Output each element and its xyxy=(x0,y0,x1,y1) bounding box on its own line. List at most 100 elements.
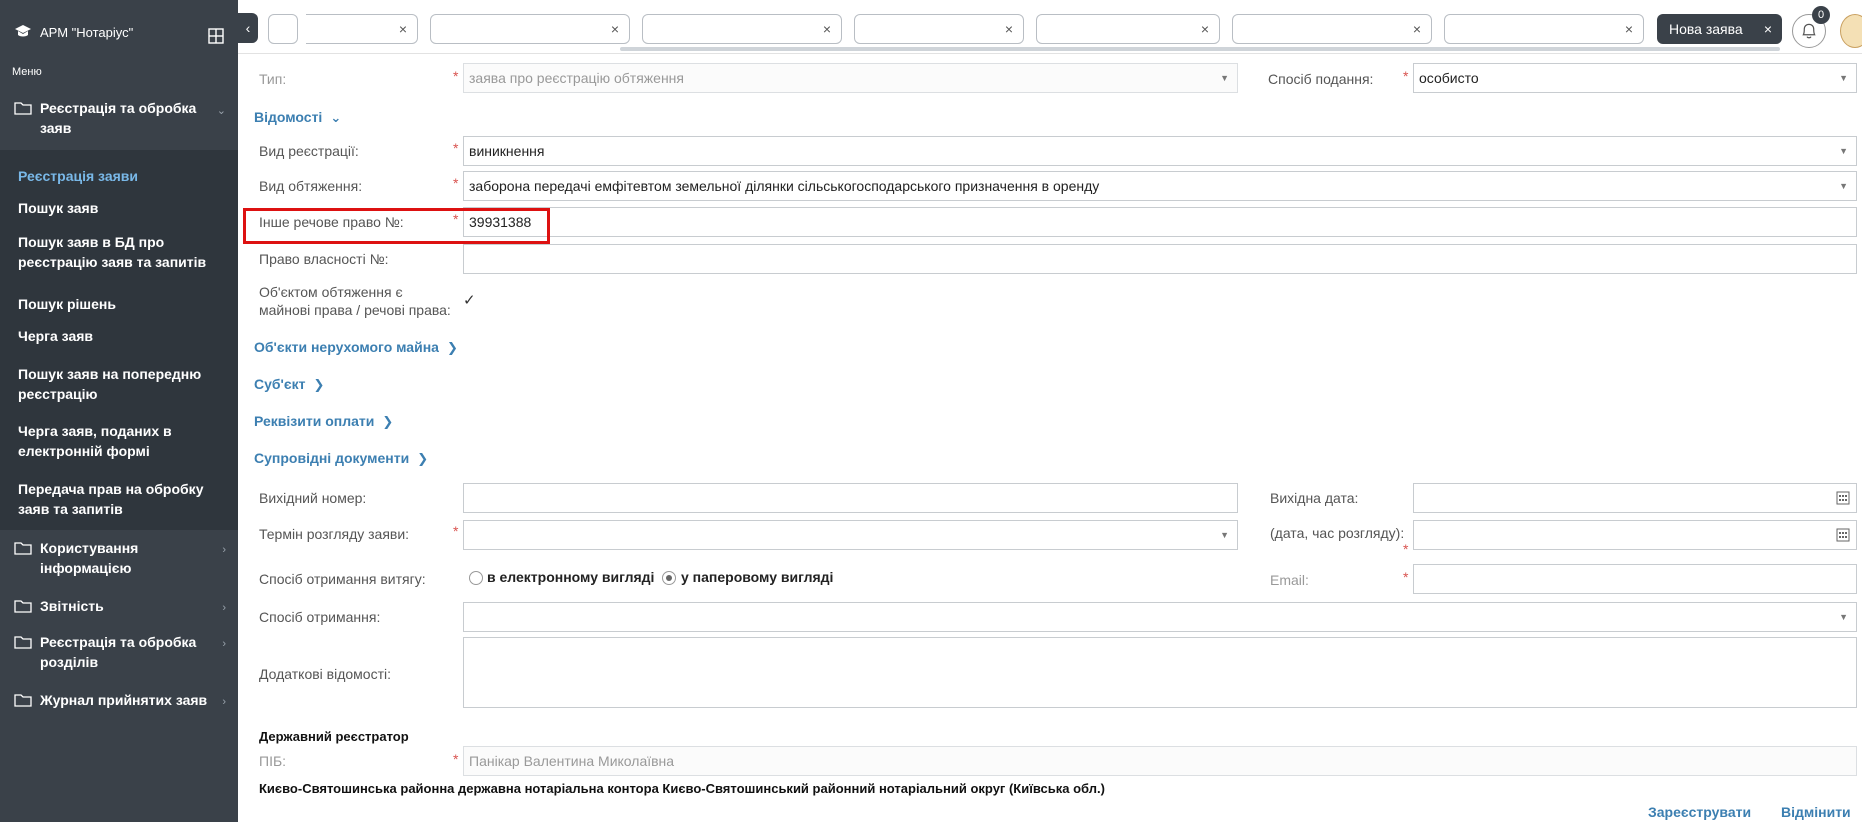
review-datetime-input[interactable] xyxy=(1413,520,1857,550)
tab-new-application[interactable]: Нова заява × xyxy=(1657,14,1782,44)
close-icon[interactable]: × xyxy=(611,21,619,37)
required-marker: * xyxy=(453,68,459,84)
other-right-input[interactable]: 39931388 xyxy=(463,207,1857,237)
tab[interactable]: × xyxy=(430,14,630,44)
review-datetime-label: (дата, час розгляду): xyxy=(1270,525,1405,541)
object-label: Об'єктом обтяження є майнові права / речо… xyxy=(259,283,451,319)
pib-value: Панікар Валентина Миколаївна xyxy=(469,753,675,769)
pib-input: Панікар Валентина Миколаївна xyxy=(463,746,1857,776)
tab[interactable]: × xyxy=(1036,14,1220,44)
receive-method-select[interactable]: ▼ xyxy=(463,602,1857,632)
section-label: Об'єкти нерухомого майна xyxy=(254,339,439,355)
tab[interactable]: × xyxy=(1444,14,1644,44)
app-title: АРМ "Нотаріус" xyxy=(40,24,134,40)
tabs-scrollbar[interactable] xyxy=(620,47,1780,51)
chevron-right-icon: › xyxy=(222,602,226,614)
layout-grid-icon[interactable] xyxy=(208,28,224,44)
receive-method-label: Спосіб отримання: xyxy=(259,609,381,625)
registration-kind-select[interactable]: виникнення ▼ xyxy=(463,136,1857,166)
chevron-right-icon: › xyxy=(222,638,226,650)
close-icon[interactable]: × xyxy=(1005,21,1013,37)
register-button[interactable]: Зареєструвати xyxy=(1648,804,1751,820)
calendar-icon[interactable] xyxy=(1836,528,1850,542)
type-label: Тип: xyxy=(259,71,287,87)
close-icon[interactable]: × xyxy=(1413,21,1421,37)
section-subject[interactable]: Суб'єкт ❯ xyxy=(254,376,324,393)
sidebar-item-search-db[interactable]: Пошук заяв в БД про реєстрацію заяв та з… xyxy=(18,232,223,272)
registration-kind-value: виникнення xyxy=(469,143,545,159)
object-checkbox[interactable]: ✓ xyxy=(463,293,477,308)
ownership-input[interactable] xyxy=(463,244,1857,274)
extract-method-label: Спосіб отримання витягу: xyxy=(259,571,426,587)
outgoing-number-input[interactable] xyxy=(463,483,1238,513)
required-marker: * xyxy=(453,175,459,191)
radio-electronic[interactable] xyxy=(469,571,483,585)
submission-value: особисто xyxy=(1419,70,1479,86)
required-marker: * xyxy=(1403,68,1409,84)
submission-label: Спосіб подання: xyxy=(1268,71,1374,87)
required-marker: * xyxy=(1403,541,1409,557)
close-icon[interactable]: × xyxy=(1625,21,1633,37)
object-label-line1: Об'єктом обтяження є xyxy=(259,284,403,300)
radio-paper[interactable] xyxy=(662,571,676,585)
sidebar-group-information[interactable]: Користування інформацією › xyxy=(0,538,238,578)
chevron-right-icon: ❯ xyxy=(446,340,458,355)
sidebar-item-transfer-rights[interactable]: Передача прав на обробку заяв та запитів xyxy=(18,479,223,519)
sidebar-header: АРМ "Нотаріус" xyxy=(0,0,238,74)
review-term-label: Термін розгляду заяви: xyxy=(259,526,410,542)
required-marker: * xyxy=(453,140,459,156)
calendar-icon[interactable] xyxy=(1836,491,1850,505)
app-title-row: АРМ "Нотаріус" xyxy=(14,24,226,40)
type-select[interactable]: заява про реєстрацію обтяження ▼ xyxy=(463,63,1238,93)
avatar[interactable] xyxy=(1840,14,1862,48)
folder-icon xyxy=(14,694,32,707)
section-documents[interactable]: Супровідні документи ❯ xyxy=(254,450,428,467)
tab[interactable]: × xyxy=(854,14,1024,44)
collapse-sidebar-button[interactable]: ‹ xyxy=(238,13,258,43)
tab-label: Нова заява xyxy=(1669,21,1743,37)
chevron-down-icon: ⌄ xyxy=(216,105,226,117)
sidebar-group-label: Користування інформацією xyxy=(40,540,139,576)
email-label: Email: xyxy=(1270,572,1309,588)
section-real-estate[interactable]: Об'єкти нерухомого майна ❯ xyxy=(254,339,458,356)
outgoing-number-label: Вихідний номер: xyxy=(259,490,367,506)
outgoing-date-input[interactable] xyxy=(1413,483,1857,513)
sidebar-item-search-decisions[interactable]: Пошук рішень xyxy=(18,294,223,314)
tab[interactable]: × xyxy=(306,14,418,44)
submission-select[interactable]: особисто ▼ xyxy=(1413,63,1857,93)
section-label: Суб'єкт xyxy=(254,376,306,392)
required-marker: * xyxy=(1403,569,1409,585)
sidebar-group-sections[interactable]: Реєстрація та обробка розділів › xyxy=(0,632,238,672)
sidebar-group-journal[interactable]: Журнал прийнятих заяв › xyxy=(0,690,238,710)
close-icon[interactable]: × xyxy=(823,21,831,37)
sidebar-item-search-applications[interactable]: Пошук заяв xyxy=(18,198,223,218)
section-payment[interactable]: Реквізити оплати ❯ xyxy=(254,413,393,430)
tab[interactable]: × xyxy=(1232,14,1432,44)
dropdown-arrow-icon: ▼ xyxy=(1839,612,1848,622)
radio-electronic-label[interactable]: в електронному вигляді xyxy=(487,569,654,585)
close-icon[interactable]: × xyxy=(1764,14,1772,44)
registration-kind-label: Вид реєстрації: xyxy=(259,143,359,159)
chevron-right-icon: ❯ xyxy=(417,451,429,466)
sidebar-item-preliminary[interactable]: Пошук заяв на попередню реєстрацію xyxy=(18,364,223,404)
sidebar-item-electronic-queue[interactable]: Черга заяв, поданих в електронній формі xyxy=(18,421,223,461)
encumbrance-kind-value: заборона передачі емфітевтом земельної д… xyxy=(469,178,1100,194)
additional-info-textarea[interactable] xyxy=(463,637,1857,708)
radio-paper-label[interactable]: у паперовому вигляді xyxy=(681,569,833,585)
cancel-button[interactable]: Відмінити xyxy=(1781,804,1851,820)
sidebar-item-new-application[interactable]: Реєстрація заяви xyxy=(18,166,223,186)
close-icon[interactable]: × xyxy=(399,21,407,37)
email-input[interactable] xyxy=(1413,564,1857,594)
chevron-right-icon: ❯ xyxy=(382,414,394,429)
office-text: Києво-Святошинська районна державна нота… xyxy=(259,781,1105,796)
review-term-select[interactable]: ▼ xyxy=(463,520,1238,550)
pib-label: ПІБ: xyxy=(259,753,287,769)
tab[interactable] xyxy=(268,14,298,44)
sidebar-item-queue[interactable]: Черга заяв xyxy=(18,326,223,346)
tab[interactable]: × xyxy=(642,14,842,44)
close-icon[interactable]: × xyxy=(1201,21,1209,37)
sidebar-group-reports[interactable]: Звітність › xyxy=(0,596,238,616)
encumbrance-kind-select[interactable]: заборона передачі емфітевтом земельної д… xyxy=(463,171,1857,201)
sidebar-group-registration[interactable]: Реєстрація та обробка заяв ⌄ xyxy=(0,98,238,148)
section-details[interactable]: Відомості ⌄ xyxy=(254,109,341,126)
